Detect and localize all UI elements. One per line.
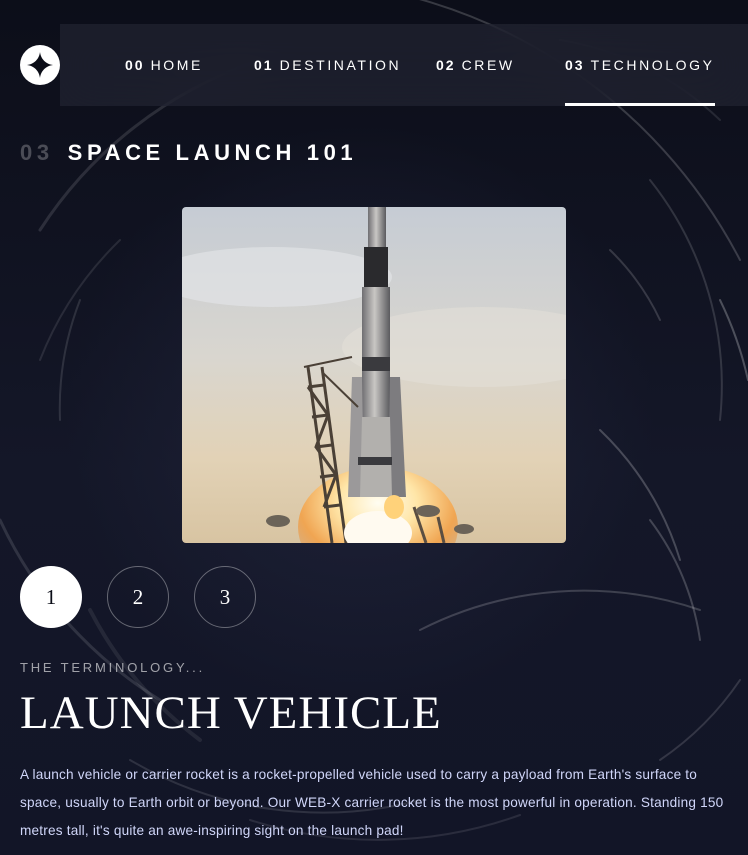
nav-item-number: 00 — [125, 57, 145, 73]
section-number: 03 — [20, 140, 54, 165]
nav-item-home[interactable]: 00 HOME — [125, 24, 203, 106]
nav-item-number: 02 — [436, 57, 456, 73]
launch-vehicle-image — [182, 207, 566, 543]
nav-item-number: 01 — [254, 57, 274, 73]
nav-item-label: HOME — [150, 57, 203, 73]
logo[interactable] — [20, 45, 60, 85]
nav-item-label: DESTINATION — [279, 57, 402, 73]
pager-button-1[interactable]: 1 — [20, 566, 82, 628]
nav-item-destination[interactable]: 01 DESTINATION — [254, 24, 401, 106]
rocket-launch-illustration — [182, 207, 566, 543]
nav-item-label: TECHNOLOGY — [590, 57, 715, 73]
technology-description: A launch vehicle or carrier rocket is a … — [20, 767, 724, 838]
nav-item-number: 03 — [565, 57, 585, 73]
terminology-eyebrow: THE TERMINOLOGY... — [20, 660, 206, 675]
technology-headline: LAUNCH VEHICLE — [20, 687, 442, 739]
nav-item-crew[interactable]: 02 CREW — [436, 24, 515, 106]
pager-button-3[interactable]: 3 — [194, 566, 256, 628]
nav-item-technology[interactable]: 03 TECHNOLOGY — [565, 24, 715, 106]
section-title: 03 SPACE LAUNCH 101 — [20, 140, 357, 166]
nav-item-label: CREW — [461, 57, 515, 73]
primary-nav: 00 HOME 01 DESTINATION 02 CREW 03 TECHNO… — [60, 24, 748, 106]
four-point-star-icon — [27, 52, 53, 78]
pager-button-2[interactable]: 2 — [107, 566, 169, 628]
section-heading: SPACE LAUNCH 101 — [67, 140, 358, 165]
